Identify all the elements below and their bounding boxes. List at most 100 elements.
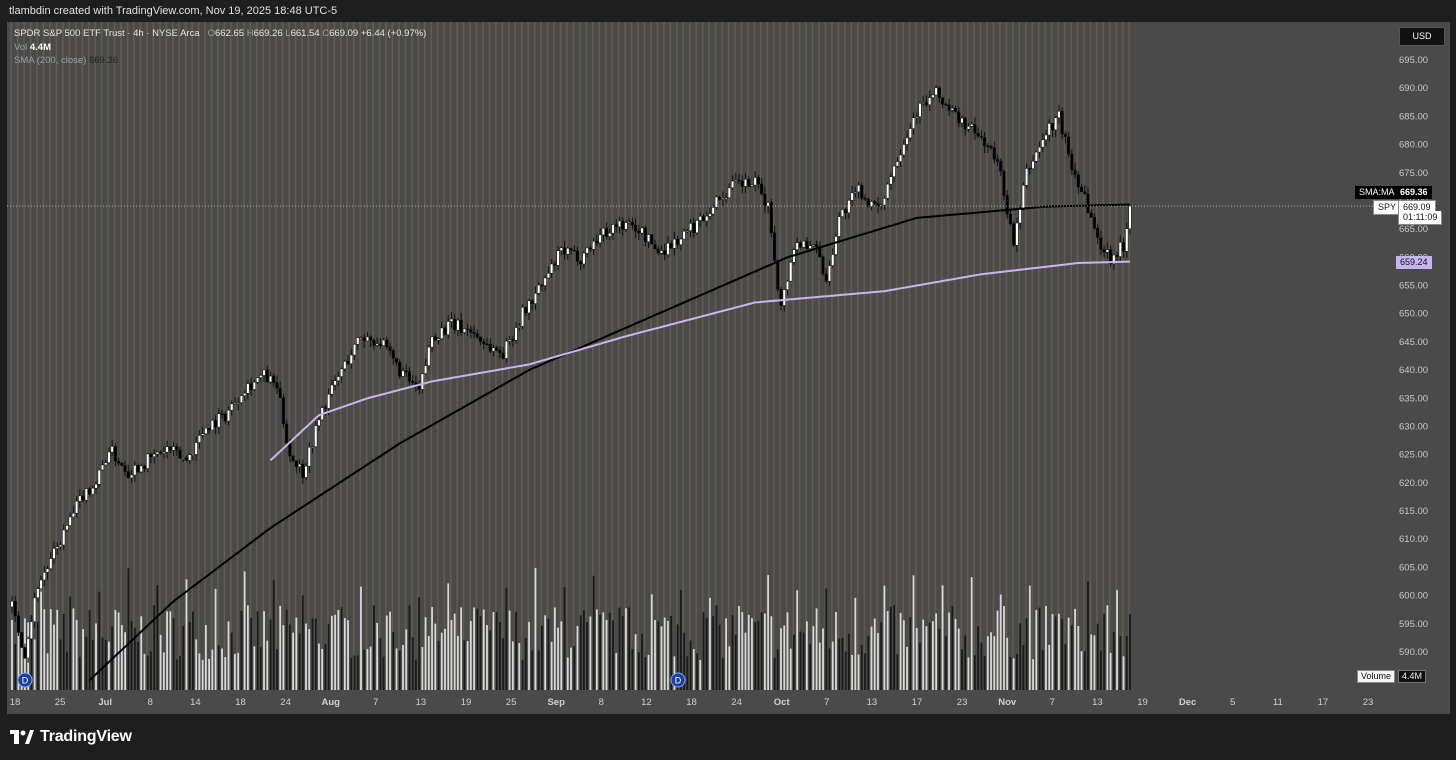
- session-stripe: [934, 22, 937, 690]
- volume-bar: [983, 655, 986, 690]
- volume-bar: [1080, 651, 1083, 690]
- session-stripe: [339, 22, 342, 690]
- volume-bar: [528, 621, 530, 690]
- time-tick-label: Aug: [321, 697, 340, 708]
- candle-body: [559, 247, 563, 251]
- candle-body: [566, 247, 570, 255]
- candle-body: [130, 474, 134, 479]
- session-stripe: [1037, 22, 1040, 690]
- session-stripe: [1121, 22, 1124, 690]
- volume-bar: [411, 637, 414, 690]
- session-stripe: [889, 22, 891, 690]
- candle-body: [1063, 133, 1067, 138]
- volume-bar: [11, 619, 13, 690]
- candle-body: [517, 326, 521, 328]
- candle-body: [243, 392, 247, 396]
- volume-bar: [909, 617, 912, 690]
- candle-body: [689, 223, 693, 231]
- session-stripe: [423, 22, 426, 690]
- candle-body: [747, 179, 751, 187]
- volume-bar: [288, 624, 291, 690]
- session-stripe: [992, 22, 995, 690]
- candle-body: [427, 346, 431, 366]
- candle-body: [886, 183, 890, 199]
- candle-body: [679, 238, 683, 245]
- volume-bar: [847, 633, 850, 690]
- session-stripe: [1083, 22, 1085, 690]
- candle-body: [860, 185, 864, 199]
- currency-button[interactable]: USD: [1399, 27, 1445, 46]
- volume-bar: [605, 620, 608, 690]
- candle-body: [365, 336, 369, 342]
- candle-body: [159, 451, 163, 454]
- volume-bar: [818, 642, 821, 690]
- volume-bar: [1087, 581, 1089, 690]
- session-stripe: [411, 22, 413, 690]
- volume-bar: [961, 649, 963, 690]
- volume-bar: [1051, 614, 1054, 690]
- legend-symbol-row: SPDR S&P 500 ETF Trust · 4h · NYSE Arca …: [14, 27, 426, 41]
- candle-body: [491, 347, 496, 352]
- volume-bar: [902, 620, 905, 690]
- volume-bar: [912, 575, 915, 690]
- volume-bar: [40, 582, 42, 690]
- candle-body: [760, 183, 764, 195]
- volume-bar: [628, 607, 631, 690]
- session-stripe: [514, 22, 517, 690]
- volume-bar: [712, 616, 715, 690]
- candle-body: [795, 242, 799, 250]
- volume-bar: [573, 646, 576, 690]
- candle-body: [627, 221, 631, 224]
- volume-bar: [437, 640, 440, 690]
- candle-body: [420, 373, 424, 390]
- candle-body: [653, 243, 657, 250]
- candle-body: [97, 469, 101, 485]
- volume-bar: [1122, 656, 1125, 690]
- low-value: 661.54: [290, 28, 320, 39]
- sma-price-tag: 669.36: [1396, 186, 1432, 199]
- chart-pane[interactable]: 590.00 595.00 600.00 605.00 610.00 615.00 620.…: [7, 22, 1450, 714]
- candle-body: [262, 369, 266, 376]
- volume-bar: [14, 644, 17, 690]
- candle-body: [482, 341, 486, 345]
- session-stripe: [792, 22, 794, 690]
- candle-body: [892, 165, 896, 177]
- volume-bar: [754, 621, 757, 690]
- session-stripe: [604, 22, 607, 690]
- session-stripe: [430, 22, 433, 690]
- volume-bar: [1119, 636, 1122, 690]
- volume-bar: [473, 607, 475, 690]
- session-stripe: [928, 22, 930, 690]
- legend-volume-row: Vol 4.4M: [14, 41, 426, 55]
- volume-bar: [457, 635, 459, 690]
- candle-body: [1102, 249, 1106, 253]
- volume-bar: [179, 655, 181, 690]
- time-tick-label: Dec: [1179, 697, 1196, 708]
- volume-bar: [854, 597, 857, 690]
- candle-body: [617, 220, 622, 228]
- candle-body: [501, 352, 505, 359]
- volume-bar: [505, 587, 508, 690]
- volume-bar: [353, 655, 356, 690]
- volume-bar: [941, 585, 944, 690]
- volume-bar: [398, 650, 401, 690]
- candle-body: [966, 126, 970, 130]
- candle-body: [983, 137, 987, 147]
- candle-body: [624, 222, 628, 230]
- candle-body: [404, 370, 408, 373]
- countdown-tag: 01:11:09: [1398, 211, 1443, 225]
- volume-bar: [201, 659, 204, 690]
- volume-bar: [120, 625, 123, 690]
- candle-body: [1083, 191, 1087, 195]
- volume-bar: [515, 611, 517, 690]
- volume-bar: [870, 626, 873, 690]
- volume-bar: [311, 618, 314, 690]
- candle-body: [621, 220, 625, 230]
- volume-bar: [731, 615, 734, 690]
- volume-bar: [101, 637, 104, 690]
- session-stripe: [1031, 22, 1034, 690]
- volume-bar: [1070, 625, 1073, 690]
- price-chart[interactable]: 590.00 595.00 600.00 605.00 610.00 615.00 620.…: [7, 22, 1450, 714]
- price-tick-label: 635.00: [1399, 393, 1428, 404]
- tradingview-logo[interactable]: TradingView: [10, 726, 132, 748]
